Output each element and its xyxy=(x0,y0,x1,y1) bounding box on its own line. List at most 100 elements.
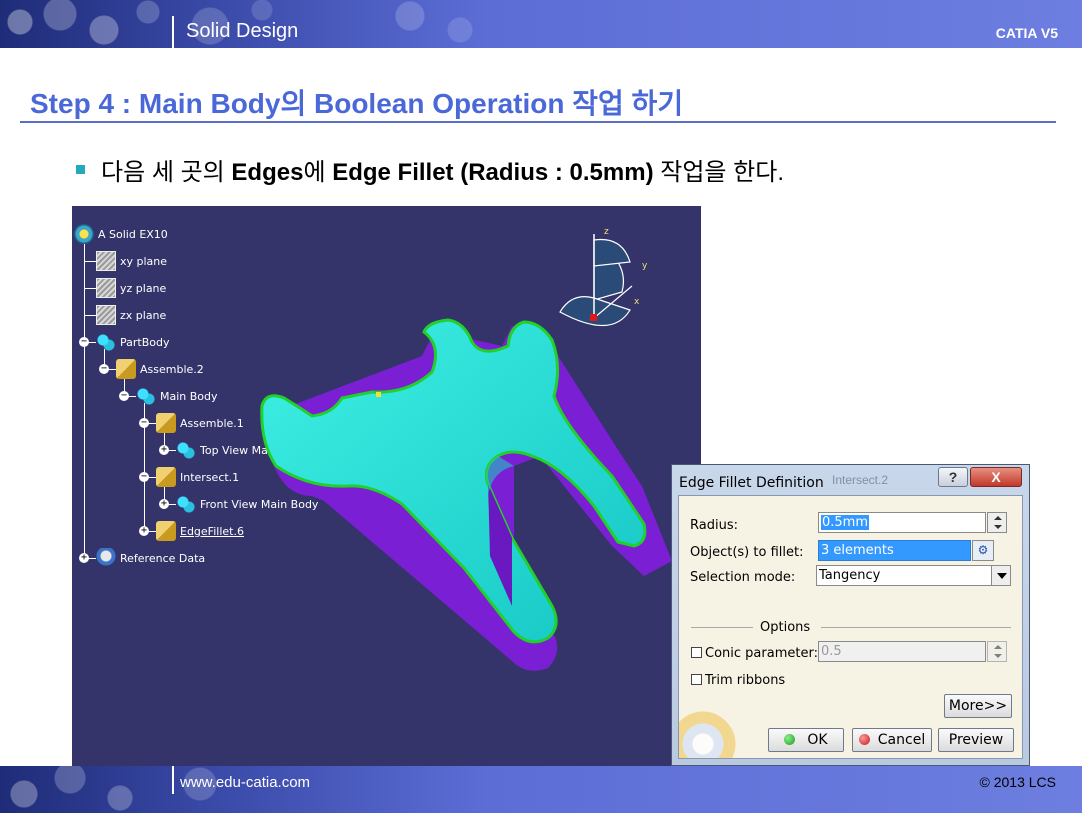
conic-parameter-input[interactable]: 0.5 xyxy=(818,641,986,662)
3d-part-model[interactable] xyxy=(252,306,701,676)
cancel-button[interactable]: Cancel xyxy=(852,728,932,752)
header-separator xyxy=(172,16,174,48)
trim-ribbons-checkbox[interactable] xyxy=(691,674,702,685)
collapse-assemble2-icon[interactable]: − xyxy=(99,364,109,374)
edge-fillet-icon xyxy=(156,521,176,541)
radius-value: 0.5mm xyxy=(821,515,870,530)
radius-input[interactable]: 0.5mm xyxy=(818,512,986,533)
ok-button[interactable]: OK xyxy=(768,728,844,752)
tree-node-yz-plane[interactable]: yz plane xyxy=(96,278,166,298)
cancel-icon xyxy=(858,734,870,745)
footer-copyright: © 2013 LCS xyxy=(979,774,1056,790)
conic-parameter-label: Conic parameter: xyxy=(705,646,818,661)
bullet-marker xyxy=(76,165,85,174)
body-icon xyxy=(136,386,156,406)
collapse-partbody-icon[interactable]: − xyxy=(79,337,89,347)
expand-frontview-icon[interactable]: + xyxy=(159,499,169,509)
tree-node-assemble-2[interactable]: Assemble.2 xyxy=(116,359,204,379)
radius-spinner[interactable] xyxy=(987,512,1007,533)
plane-icon xyxy=(96,251,116,271)
element-picker-icon[interactable]: ⚙ xyxy=(972,540,994,561)
ok-icon xyxy=(784,734,796,745)
conic-parameter-checkbox[interactable] xyxy=(691,647,702,658)
tree-node-label: Assemble.1 xyxy=(180,416,244,430)
assemble-icon xyxy=(116,359,136,379)
selection-mode-select[interactable]: Tangency xyxy=(816,565,992,586)
tree-node-label: zx plane xyxy=(120,308,167,322)
partbody-icon xyxy=(96,332,116,352)
collapse-mainbody-icon[interactable]: − xyxy=(119,391,129,401)
footer-url[interactable]: www.edu-catia.com xyxy=(180,774,310,791)
title-divider xyxy=(20,121,1056,123)
selection-mode-label: Selection mode: xyxy=(690,570,796,585)
tree-node-zx-plane[interactable]: zx plane xyxy=(96,305,166,325)
body-icon xyxy=(176,440,196,460)
footer-separator xyxy=(172,766,174,794)
part-document-icon xyxy=(74,224,94,244)
bullet-text-2: 에 xyxy=(303,159,333,186)
slide-title: Step 4 : Main Body의 Boolean Operation 작업… xyxy=(30,88,684,119)
tree-connector xyxy=(84,315,96,316)
plane-icon xyxy=(96,278,116,298)
tree-node-root[interactable]: A Solid EX10 xyxy=(74,224,168,244)
options-divider-right xyxy=(821,627,1011,628)
tree-node-edgefillet-6[interactable]: EdgeFillet.6 xyxy=(156,521,244,541)
edge-fillet-dialog[interactable]: Edge Fillet Definition Intersect.2 ? X R… xyxy=(671,464,1030,766)
tree-node-xy-plane[interactable]: xy plane xyxy=(96,251,167,271)
plane-icon xyxy=(96,305,116,325)
objects-to-fillet-field[interactable]: 3 elements xyxy=(818,540,971,561)
header-decoration-2 xyxy=(380,0,530,48)
dialog-title: Edge Fillet Definition xyxy=(679,475,824,491)
tree-node-partbody[interactable]: PartBody xyxy=(96,332,169,352)
catia-3d-viewport[interactable]: A Solid EX10 xy plane yz plane zx plane … xyxy=(72,206,701,766)
bullet-bold-1: Edges xyxy=(231,159,304,186)
tree-node-label: Reference Data xyxy=(120,551,206,565)
tree-connector xyxy=(84,261,96,262)
selection-marker xyxy=(376,392,381,397)
tree-connector xyxy=(84,288,96,289)
tree-node-label: Assemble.2 xyxy=(140,362,204,376)
reference-data-icon xyxy=(96,548,116,568)
radius-label: Radius: xyxy=(690,518,738,533)
close-button[interactable]: X xyxy=(970,467,1022,487)
header-title: Solid Design xyxy=(186,20,299,42)
collapse-intersect-icon[interactable]: − xyxy=(139,472,149,482)
dialog-content: Radius: 0.5mm Object(s) to fillet: 3 ele… xyxy=(678,495,1023,759)
trim-ribbons-label: Trim ribbons xyxy=(705,673,786,688)
tree-node-reference-data[interactable]: Reference Data xyxy=(96,548,205,568)
compass-y-label: y xyxy=(642,261,648,271)
tree-node-label: Intersect.1 xyxy=(180,470,240,484)
body-icon xyxy=(176,494,196,514)
tree-node-main-body[interactable]: Main Body xyxy=(136,386,218,406)
compass-z-label: z xyxy=(604,227,609,237)
bullet-instruction: 다음 세 곳의 Edges에 Edge Fillet (Radius : 0.5… xyxy=(76,152,784,187)
cancel-label: Cancel xyxy=(877,732,926,748)
tree-node-label: EdgeFillet.6 xyxy=(180,524,244,538)
selection-mode-dropdown-icon[interactable] xyxy=(991,565,1011,586)
conic-parameter-spinner[interactable] xyxy=(987,641,1007,662)
tree-node-label: xy plane xyxy=(120,254,168,268)
tree-node-intersect-1[interactable]: Intersect.1 xyxy=(156,467,239,487)
objects-to-fillet-label: Object(s) to fillet: xyxy=(690,545,804,560)
expand-refdata-icon[interactable]: + xyxy=(79,553,89,563)
expand-topview-icon[interactable]: + xyxy=(159,445,169,455)
tree-node-label: yz plane xyxy=(120,281,167,295)
tree-node-label: Main Body xyxy=(160,389,218,403)
compass-xy-face xyxy=(593,238,631,267)
tree-node-assemble-1[interactable]: Assemble.1 xyxy=(156,413,244,433)
options-group-label: Options xyxy=(760,620,811,635)
dialog-titlebar[interactable]: Edge Fillet Definition Intersect.2 ? X xyxy=(672,465,1029,495)
bullet-text-1: 다음 세 곳의 xyxy=(101,159,232,186)
assemble-icon xyxy=(156,413,176,433)
more-button[interactable]: More>> xyxy=(944,694,1012,718)
expand-edgefillet-icon[interactable]: + xyxy=(139,526,149,536)
slide-footer: www.edu-catia.com xyxy=(0,766,1082,813)
collapse-assemble1-icon[interactable]: − xyxy=(139,418,149,428)
header-brand: CATIA V5 xyxy=(995,25,1058,41)
bullet-text-3: 작업을 한다. xyxy=(653,159,784,186)
help-button[interactable]: ? xyxy=(938,467,968,487)
slide-header: Solid Design CATIA V5 xyxy=(0,0,1082,48)
preview-button[interactable]: Preview xyxy=(938,728,1014,752)
dialog-ghost-title: Intersect.2 xyxy=(832,473,889,487)
options-divider-left xyxy=(691,627,753,628)
